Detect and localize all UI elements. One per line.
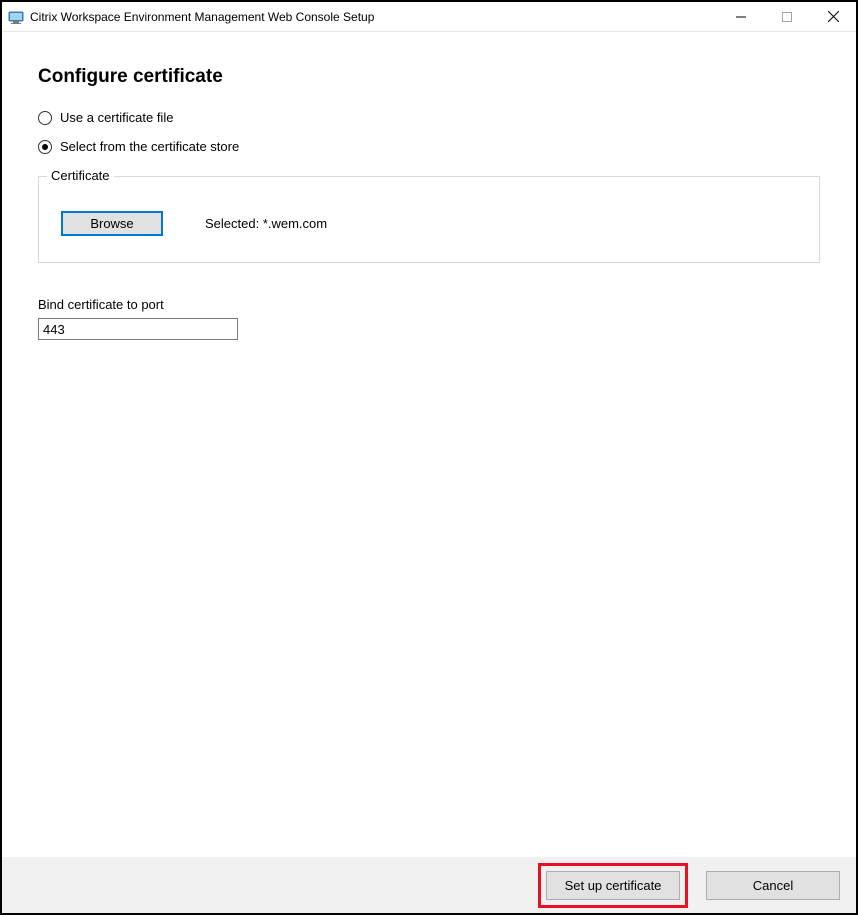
port-input[interactable] [38,318,238,340]
radio-label-file: Use a certificate file [60,110,173,125]
radio-use-file[interactable]: Use a certificate file [38,110,820,125]
radio-label-store: Select from the certificate store [60,139,239,154]
radio-circle-icon [38,111,52,125]
radio-select-store[interactable]: Select from the certificate store [38,139,820,154]
radio-selected-icon [38,140,52,154]
certificate-group: Certificate Browse Selected: *.wem.com [38,176,820,263]
setup-certificate-button[interactable]: Set up certificate [546,871,680,900]
window-controls [718,2,856,31]
titlebar: Citrix Workspace Environment Management … [2,2,856,32]
maximize-button[interactable] [764,2,810,31]
content-area: Configure certificate Use a certificate … [2,32,856,857]
setup-highlight: Set up certificate [538,863,688,908]
footer: Set up certificate Cancel [2,857,856,913]
close-button[interactable] [810,2,856,31]
app-icon [8,9,24,25]
selected-certificate-text: Selected: *.wem.com [205,216,327,231]
port-label: Bind certificate to port [38,297,820,312]
certificate-legend: Certificate [47,168,114,183]
page-title: Configure certificate [38,66,820,88]
window-title: Citrix Workspace Environment Management … [30,10,718,24]
cancel-button[interactable]: Cancel [706,871,840,900]
browse-button[interactable]: Browse [61,211,163,236]
minimize-button[interactable] [718,2,764,31]
